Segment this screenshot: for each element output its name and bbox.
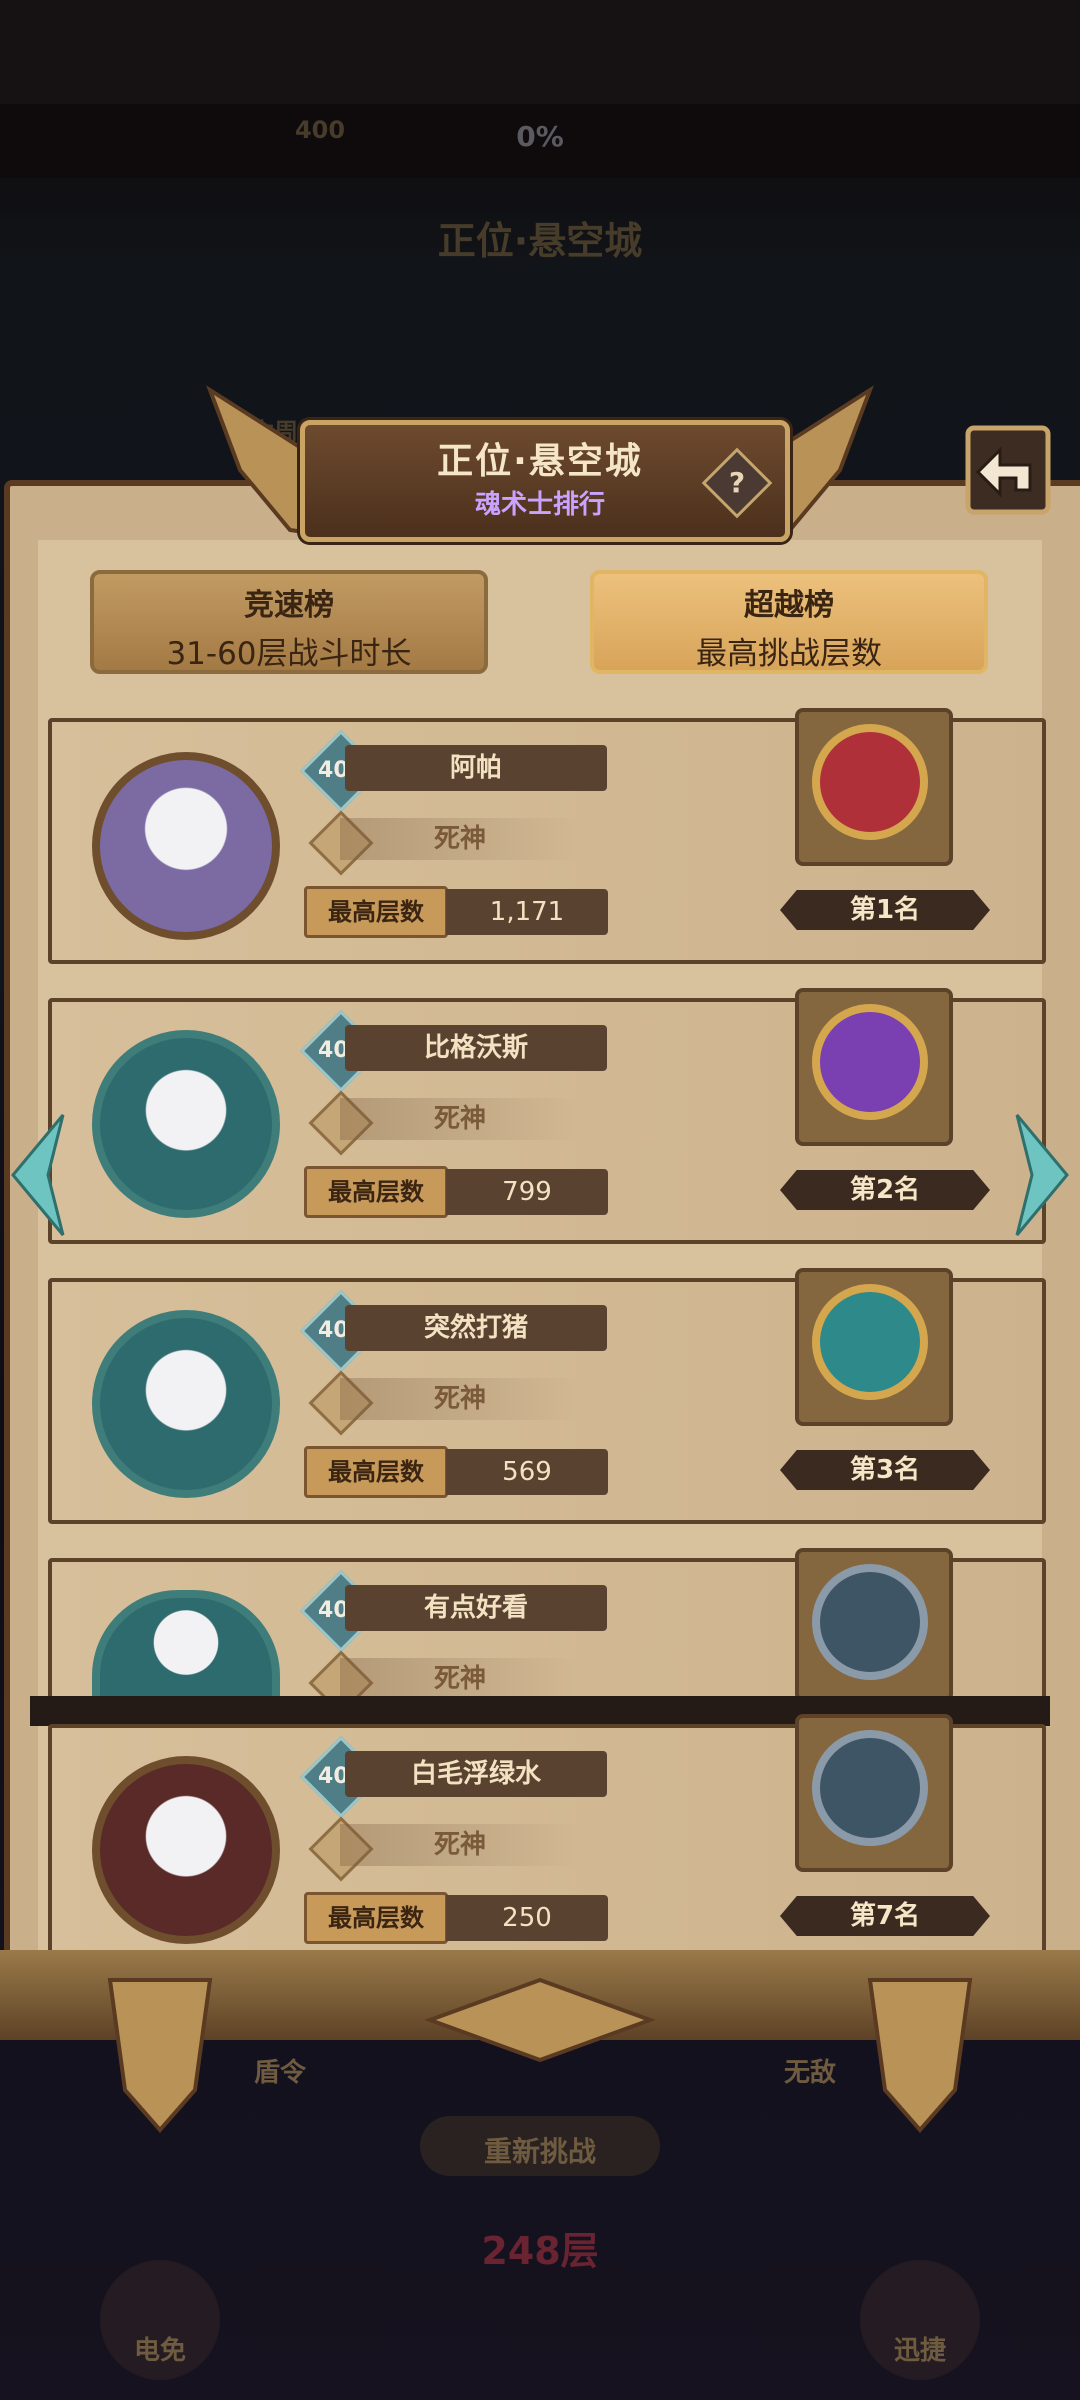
player-avatar[interactable]	[92, 1030, 280, 1218]
player-class: 死神	[340, 1378, 580, 1420]
stat-value: 799	[446, 1169, 608, 1215]
stat-label: 最高层数	[304, 1892, 448, 1944]
my-class: 死神	[340, 1824, 580, 1866]
bottom-frame-ornaments	[107, 1977, 973, 2134]
player-name: 阿帕	[345, 745, 607, 791]
tab-surpass-ranking[interactable]: 超越榜 最高挑战层数	[590, 570, 988, 674]
background-label-left: 盾令	[253, 2058, 306, 2088]
current-floor: 248层	[481, 2229, 599, 2273]
player-class: 死神	[340, 1098, 580, 1140]
skill-label-right: 迅捷	[893, 2336, 946, 2366]
player-avatar[interactable]	[92, 1310, 280, 1498]
retry-button-label: 重新挑战	[483, 2135, 596, 2168]
next-page-arrow-icon[interactable]	[1012, 1110, 1072, 1240]
rank-gem-icon	[812, 1284, 928, 1400]
back-button[interactable]	[960, 420, 1056, 520]
tab-speed-title: 竞速榜	[244, 588, 334, 623]
tab-surpass-desc: 最高挑战层数	[696, 636, 882, 672]
my-name: 白毛浮绿水	[345, 1751, 607, 1797]
player-name: 有点好看	[345, 1585, 607, 1631]
rank-gem-icon	[812, 1564, 928, 1680]
stat-value: 250	[446, 1895, 608, 1941]
tab-surpass-title: 超越榜	[744, 588, 834, 623]
my-rank-label: 第7名	[780, 1896, 990, 1936]
prev-page-arrow-icon[interactable]	[8, 1110, 68, 1240]
skill-label-left: 电免	[133, 2336, 186, 2366]
stat-label: 最高层数	[304, 1166, 448, 1218]
player-name: 比格沃斯	[345, 1025, 607, 1071]
stat-value: 569	[446, 1449, 608, 1495]
player-name: 突然打猪	[345, 1305, 607, 1351]
my-avatar[interactable]	[92, 1756, 280, 1944]
help-icon: ?	[728, 466, 746, 499]
player-avatar[interactable]	[92, 752, 280, 940]
rank-label: 第2名	[780, 1170, 990, 1210]
background-label-right: 无敌	[783, 2058, 836, 2088]
rank-label: 第3名	[780, 1450, 990, 1490]
stat-label: 最高层数	[304, 1446, 448, 1498]
player-class: 死神	[340, 818, 580, 860]
tab-speed-ranking[interactable]: 竞速榜 31-60层战斗时长	[90, 570, 488, 674]
player-class: 死神	[340, 1658, 580, 1696]
tab-speed-desc: 31-60层战斗时长	[166, 636, 412, 672]
rank-gem-icon	[812, 1730, 928, 1846]
stat-label: 最高层数	[304, 886, 448, 938]
rank-gem-icon	[812, 1004, 928, 1120]
rank-gem-icon	[812, 724, 928, 840]
rank-label: 第1名	[780, 890, 990, 930]
stat-value: 1,171	[446, 889, 608, 935]
